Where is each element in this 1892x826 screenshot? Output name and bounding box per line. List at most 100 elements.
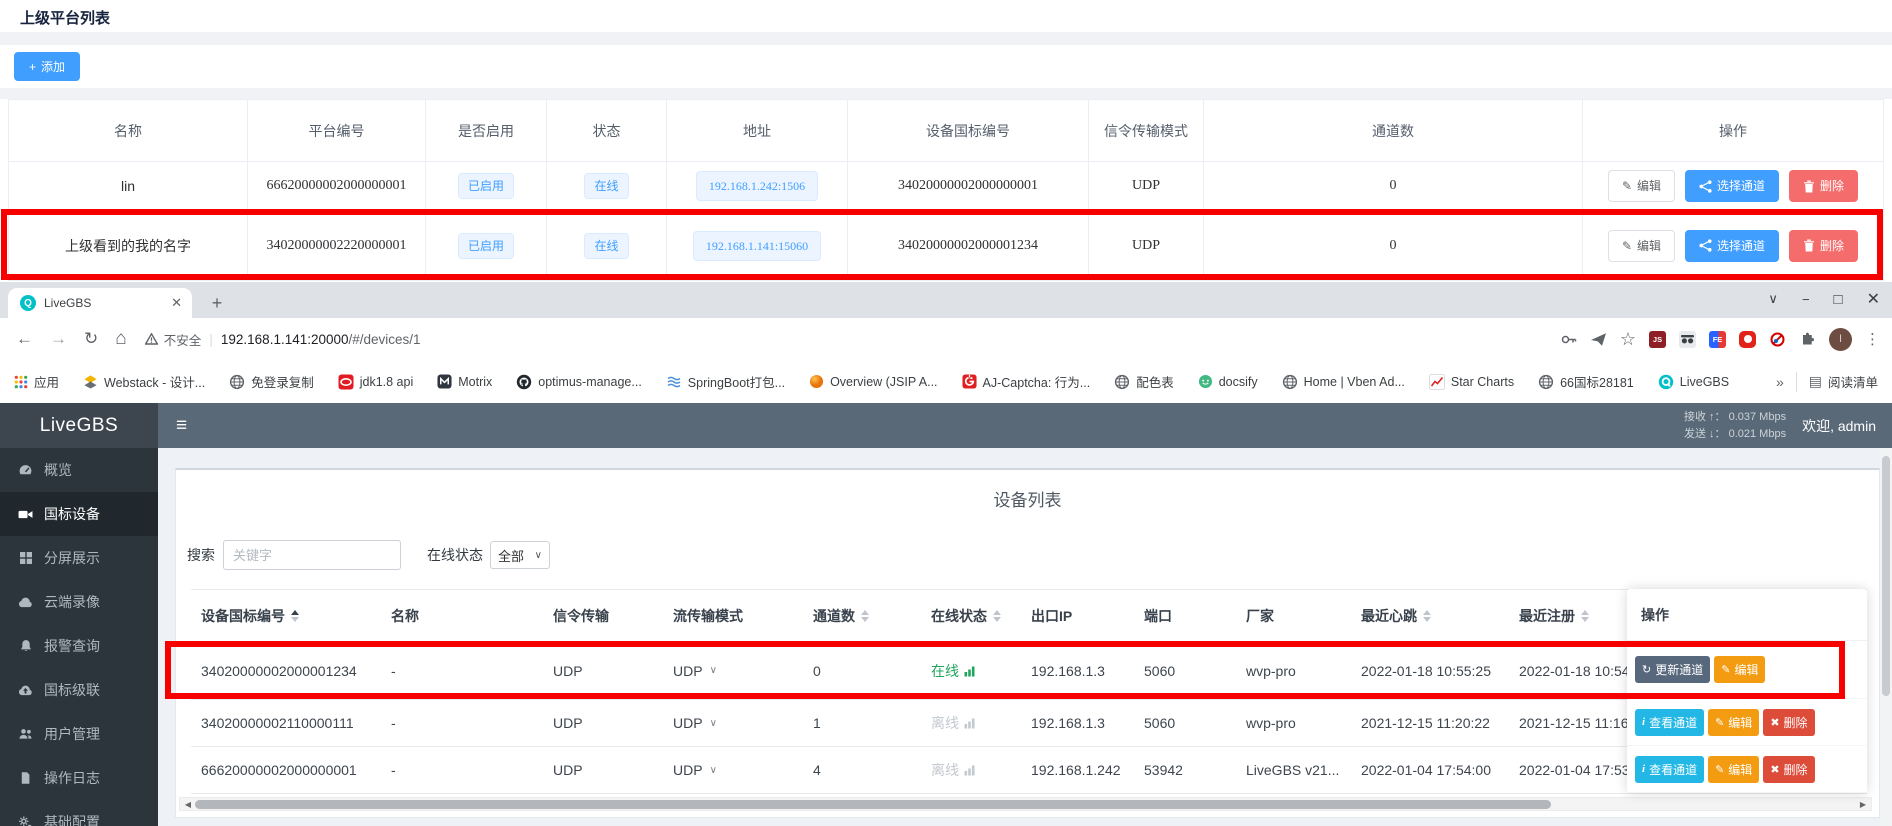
bookmark-item[interactable]: SpringBoot打包...: [666, 372, 785, 391]
bookmark-item[interactable]: optimus-manage...: [516, 374, 642, 390]
network-stats: 接收 ↑： 0.037 Mbps 发送 ↓： 0.021 Mbps: [1684, 409, 1786, 442]
edit-button[interactable]: ✎编辑: [1608, 230, 1675, 262]
select-channel-button[interactable]: 选择通道: [1685, 170, 1779, 202]
sidebar-item-分屏展示[interactable]: 分屏展示: [0, 536, 158, 580]
platform-cell: 66620000002000000001: [248, 162, 426, 210]
stream-mode-dropdown[interactable]: UDP∨: [673, 715, 717, 731]
sidebar-item-报警查询[interactable]: 报警查询: [0, 624, 158, 668]
bookmark-item[interactable]: Webstack - 设计...: [83, 372, 205, 391]
sidebar-item-用户管理[interactable]: 用户管理: [0, 712, 158, 756]
edit-button[interactable]: ✎编辑: [1708, 709, 1759, 736]
bookmark-item[interactable]: 66国标28181: [1538, 372, 1634, 391]
bookmark-item[interactable]: Motrix: [437, 374, 492, 389]
bookmark-item[interactable]: AJ-Captcha: 行为...: [962, 372, 1091, 391]
extension-js-icon[interactable]: JS: [1649, 331, 1666, 348]
extension-fe-icon[interactable]: FE: [1709, 331, 1726, 348]
welcome-user[interactable]: 欢迎, admin: [1802, 416, 1876, 436]
sidebar-item-国标级联[interactable]: 国标级联: [0, 668, 158, 712]
horizontal-scrollbar-thumb[interactable]: [195, 800, 1551, 809]
delete-button[interactable]: ✖删除: [1763, 756, 1814, 783]
extension-incognito-icon[interactable]: [1679, 331, 1696, 348]
device-col-header[interactable]: 在线状态: [921, 606, 1021, 626]
scroll-left-icon[interactable]: ◀: [180, 800, 196, 809]
bookmark-label: Home | Vben Ad...: [1304, 375, 1405, 389]
stream-mode-dropdown[interactable]: UDP∨: [673, 663, 717, 679]
window-maximize-icon[interactable]: □: [1834, 291, 1843, 308]
bookmark-star-icon[interactable]: ☆: [1620, 329, 1636, 350]
password-key-icon[interactable]: [1560, 331, 1577, 348]
extensions-puzzle-icon[interactable]: [1799, 331, 1816, 348]
page-title: 上级平台列表: [20, 7, 110, 28]
sidebar-item-操作日志[interactable]: 操作日志: [0, 756, 158, 800]
window-chevron-icon[interactable]: ∨: [1768, 291, 1778, 307]
view-icon: i: [1642, 716, 1645, 728]
bookmark-item[interactable]: 应用: [14, 372, 59, 391]
device-col-header[interactable]: 通道数: [803, 606, 921, 626]
device-list-card: 设备列表 搜索 在线状态 全部 ∨ 设备国标编号名称信令传输流传输模式通道数在线…: [175, 468, 1880, 818]
update-channels-button[interactable]: ↻更新通道: [1635, 656, 1710, 683]
sidebar-item-label: 用户管理: [44, 724, 100, 744]
url-text[interactable]: 192.168.1.141:20000/#/devices/1: [221, 332, 421, 347]
extension-blocker-hand-icon[interactable]: [1739, 331, 1756, 348]
delete-button[interactable]: ✖删除: [1763, 709, 1814, 736]
bookmark-item[interactable]: Star Charts: [1429, 374, 1514, 390]
search-input[interactable]: [223, 540, 401, 570]
edit-button[interactable]: ✎编辑: [1708, 756, 1759, 783]
bookmark-item[interactable]: Overview (JSIP A...: [809, 374, 937, 389]
back-icon[interactable]: ←: [16, 329, 33, 349]
home-icon[interactable]: ⌂: [115, 328, 126, 350]
browser-menu-dots-icon[interactable]: ⋮: [1865, 330, 1880, 348]
omnibox[interactable]: 不安全 | 192.168.1.141:20000/#/devices/1: [145, 330, 421, 349]
new-tab-button[interactable]: +: [204, 290, 230, 316]
device-col-header[interactable]: 设备国标编号: [191, 606, 381, 626]
security-chip[interactable]: 不安全: [145, 330, 202, 349]
forward-icon[interactable]: →: [50, 329, 67, 349]
edit-button[interactable]: ✎编辑: [1608, 170, 1675, 202]
share-icon: [1699, 239, 1712, 252]
bookmarks-overflow-chevron[interactable]: »: [1776, 374, 1784, 390]
reading-list-button[interactable]: ▤ 阅读清单: [1809, 372, 1878, 391]
bookmark-label: AJ-Captcha: 行为...: [983, 372, 1091, 391]
online-status-select[interactable]: 全部 ∨: [490, 541, 550, 569]
bookmark-item[interactable]: 免登录复制: [229, 372, 314, 391]
sidebar-item-基础配置[interactable]: 基础配置: [0, 800, 158, 826]
view-channels-button[interactable]: i查看通道: [1635, 709, 1704, 736]
bookmark-item[interactable]: jdk1.8 api: [338, 374, 414, 390]
edit-button[interactable]: ✎编辑: [1714, 656, 1765, 683]
platform-table-header: 名称平台编号是否启用状态地址设备国标编号信令传输模式通道数操作: [9, 100, 1883, 162]
sidebar-item-概览[interactable]: 概览: [0, 448, 158, 492]
device-col-header[interactable]: 最近心跳: [1351, 606, 1509, 626]
bookmark-label: Star Charts: [1451, 375, 1514, 389]
panel-title-bar: 上级平台列表: [0, 0, 1892, 32]
bookmark-item[interactable]: Home | Vben Ad...: [1282, 374, 1405, 390]
reload-icon[interactable]: ↻: [84, 329, 98, 349]
select-channel-button[interactable]: 选择通道: [1685, 230, 1779, 262]
tab-close-icon[interactable]: ✕: [171, 295, 182, 311]
hamburger-icon[interactable]: ≡: [158, 415, 205, 437]
sidebar-item-国标设备[interactable]: 国标设备: [0, 492, 158, 536]
device-cell: 0: [803, 663, 921, 679]
bookmark-item[interactable]: docsify: [1198, 374, 1258, 389]
sidebar-item-云端录像[interactable]: 云端录像: [0, 580, 158, 624]
profile-avatar[interactable]: I: [1829, 328, 1852, 351]
add-button[interactable]: + 添加: [14, 52, 80, 81]
device-col-header: 出口IP: [1021, 606, 1134, 626]
vertical-scrollbar-thumb[interactable]: [1882, 456, 1890, 696]
bookmark-item[interactable]: 配色表: [1114, 372, 1174, 391]
window-minimize-icon[interactable]: −: [1802, 292, 1810, 307]
delete-button[interactable]: 删除: [1789, 230, 1858, 262]
device-col-header[interactable]: 最近注册: [1509, 606, 1631, 626]
scroll-right-icon[interactable]: ▶: [1855, 800, 1871, 809]
view-channels-button[interactable]: i查看通道: [1635, 756, 1704, 783]
delete-button[interactable]: 删除: [1789, 170, 1858, 202]
window-close-icon[interactable]: ✕: [1867, 289, 1880, 309]
device-col-label: 名称: [391, 606, 419, 626]
github-icon: [516, 374, 532, 390]
stream-mode-dropdown[interactable]: UDP∨: [673, 762, 717, 778]
extension-no-tracking-icon[interactable]: [1769, 331, 1786, 348]
send-to-device-icon[interactable]: [1590, 332, 1607, 347]
bookmark-item[interactable]: LiveGBS: [1658, 374, 1729, 390]
online-state-label: 离线: [931, 760, 959, 780]
browser-tab-livegbs[interactable]: Q LiveGBS ✕: [8, 288, 192, 318]
device-cell: 4: [803, 762, 921, 778]
